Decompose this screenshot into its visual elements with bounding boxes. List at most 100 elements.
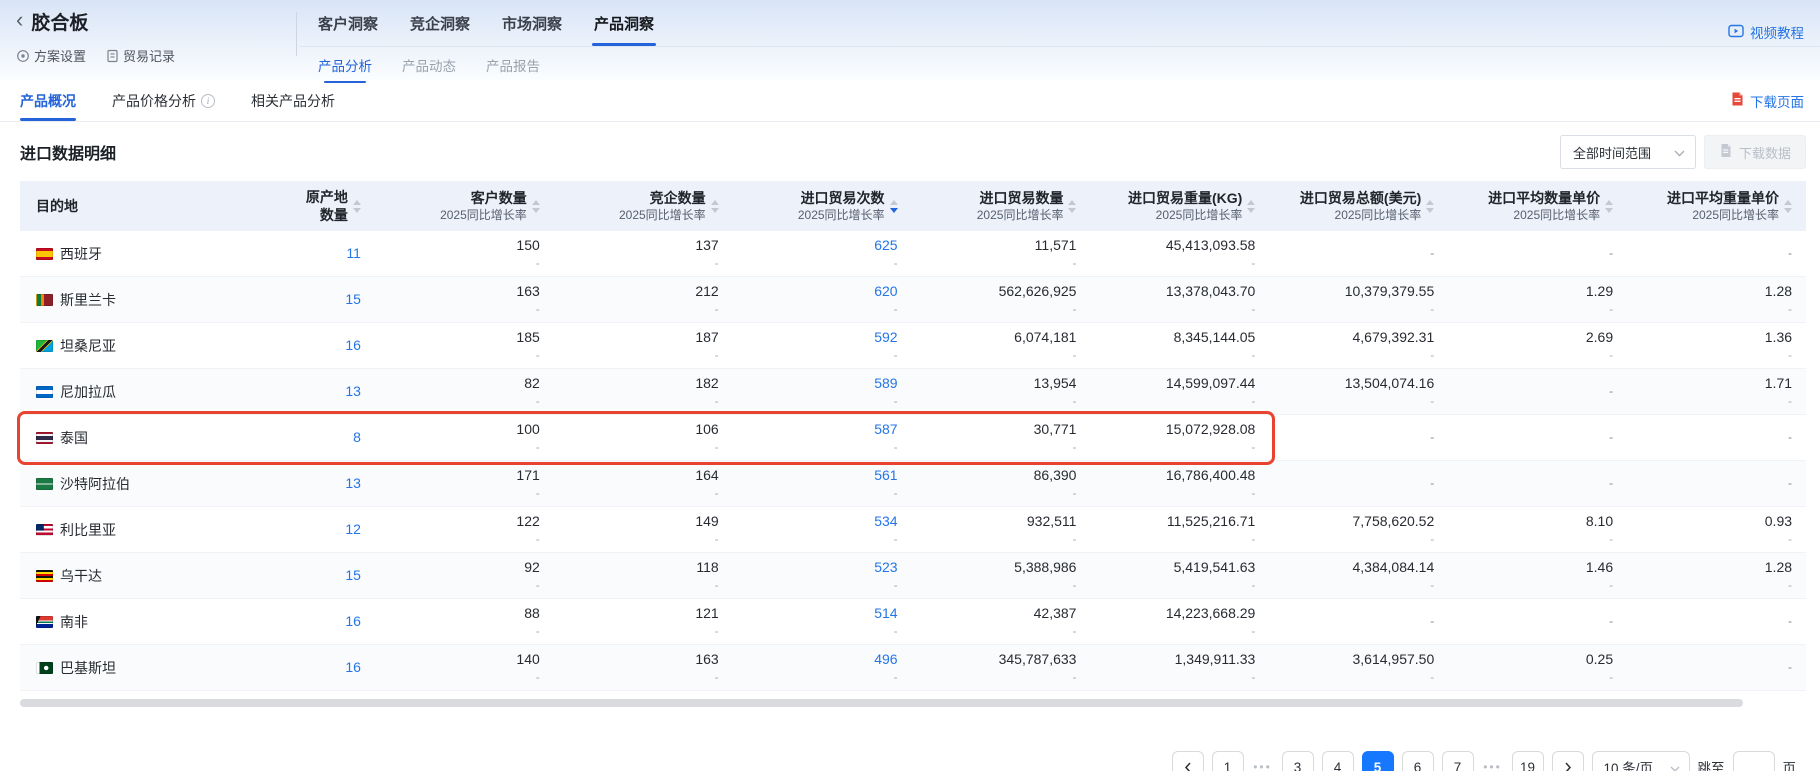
country-flag-icon bbox=[36, 432, 53, 444]
sort-carets-icon[interactable] bbox=[1426, 200, 1434, 213]
trade-count-link[interactable]: 620 bbox=[874, 282, 897, 301]
horizontal-scrollbar[interactable] bbox=[20, 699, 1806, 707]
origin-count-link[interactable]: 15 bbox=[345, 566, 361, 585]
main-tab[interactable]: 产品洞察 bbox=[594, 13, 654, 46]
cell-value: 1.46 bbox=[1586, 558, 1613, 577]
jump-page-input[interactable] bbox=[1733, 751, 1775, 771]
sort-carets-icon[interactable] bbox=[1784, 200, 1792, 213]
main-tab[interactable]: 竞企洞察 bbox=[410, 13, 470, 46]
origin-count-link[interactable]: 8 bbox=[353, 428, 361, 447]
scrollbar-thumb[interactable] bbox=[20, 699, 1743, 707]
trade-count-link[interactable]: 589 bbox=[874, 374, 897, 393]
growth-rate-value: - bbox=[1430, 669, 1434, 686]
trade-count-link[interactable]: 625 bbox=[874, 236, 897, 255]
main-tab[interactable]: 客户洞察 bbox=[318, 13, 378, 46]
page-number-button[interactable]: 1 bbox=[1212, 751, 1244, 771]
column-label-block: 进口贸易重量(KG)2025同比增长率 bbox=[1128, 189, 1242, 223]
destination-cell: 南非 bbox=[20, 599, 196, 644]
column-header[interactable]: 原产地数量 bbox=[196, 181, 375, 231]
trade-count-link[interactable]: 592 bbox=[874, 328, 897, 347]
cell-value: 106 bbox=[695, 420, 718, 439]
time-range-select[interactable]: 全部时间范围 bbox=[1560, 135, 1696, 169]
video-tutorial-link[interactable]: 视频教程 bbox=[1728, 22, 1804, 42]
origin-count-link[interactable]: 16 bbox=[345, 658, 361, 677]
sort-carets-icon[interactable] bbox=[1247, 200, 1255, 213]
destination-cell: 沙特阿拉伯 bbox=[20, 461, 196, 506]
trade-count-link[interactable]: 523 bbox=[874, 558, 897, 577]
value-cell: 2.69- bbox=[1448, 323, 1627, 368]
trade-count-link[interactable]: 496 bbox=[874, 650, 897, 669]
growth-rate-value: - bbox=[715, 347, 719, 364]
plan-settings-button[interactable]: 方案设置 bbox=[16, 46, 86, 65]
value-cell: 1.28- bbox=[1627, 277, 1806, 322]
sort-carets-icon[interactable] bbox=[1068, 200, 1076, 213]
column-header[interactable]: 进口贸易数量2025同比增长率 bbox=[912, 181, 1091, 231]
prev-page-button[interactable] bbox=[1172, 751, 1204, 771]
value-cell: 82- bbox=[375, 369, 554, 414]
growth-rate-label: 2025同比增长率 bbox=[977, 207, 1064, 223]
origin-count-link[interactable]: 12 bbox=[345, 520, 361, 539]
column-label: 进口平均重量单价 bbox=[1667, 189, 1779, 207]
origin-count-link[interactable]: 16 bbox=[345, 336, 361, 355]
trade-count-link[interactable]: 534 bbox=[874, 512, 897, 531]
cell-value: 137 bbox=[695, 236, 718, 255]
trade-count-link[interactable]: 561 bbox=[874, 466, 897, 485]
jump-to-page: 跳至页 bbox=[1698, 751, 1797, 771]
page-number-button[interactable]: 5 bbox=[1362, 751, 1394, 771]
page-number-button[interactable]: 7 bbox=[1442, 751, 1474, 771]
trade-count-link[interactable]: 514 bbox=[874, 604, 897, 623]
column-header[interactable]: 进口平均重量单价2025同比增长率 bbox=[1627, 181, 1806, 231]
sub-tab[interactable]: 产品动态 bbox=[402, 55, 456, 83]
page-number-button[interactable]: 3 bbox=[1282, 751, 1314, 771]
back-button[interactable]: ‹ bbox=[16, 9, 23, 31]
country-name: 西班牙 bbox=[60, 244, 102, 264]
sort-carets-icon[interactable] bbox=[890, 200, 898, 213]
growth-rate-value: - bbox=[894, 347, 898, 364]
trade-records-button[interactable]: 贸易记录 bbox=[106, 46, 175, 65]
column-header[interactable]: 进口平均数量单价2025同比增长率 bbox=[1448, 181, 1627, 231]
trade-count-link[interactable]: 587 bbox=[874, 420, 897, 439]
main-tab[interactable]: 市场洞察 bbox=[502, 13, 562, 46]
page-ellipsis[interactable]: ••• bbox=[1252, 760, 1274, 771]
column-header[interactable]: 竞企数量2025同比增长率 bbox=[554, 181, 733, 231]
value-cell: 8.10- bbox=[1448, 507, 1627, 552]
page-size-select[interactable]: 10 条/页 bbox=[1592, 751, 1690, 771]
sub-tab[interactable]: 产品报告 bbox=[486, 55, 540, 83]
pdf-icon bbox=[1730, 91, 1745, 110]
cell-value: 163 bbox=[516, 282, 539, 301]
growth-rate-value: - bbox=[536, 439, 540, 456]
sort-carets-icon[interactable] bbox=[1605, 200, 1613, 213]
nav2-item[interactable]: 产品概况 bbox=[20, 80, 76, 121]
origin-count-link[interactable]: 16 bbox=[345, 612, 361, 631]
column-header[interactable]: 进口贸易总额(美元)2025同比增长率 bbox=[1269, 181, 1448, 231]
download-page-link[interactable]: 下载页面 bbox=[1730, 91, 1804, 111]
page-number-button[interactable]: 4 bbox=[1322, 751, 1354, 771]
chevron-down-icon bbox=[1670, 760, 1680, 771]
nav2-item[interactable]: 相关产品分析 bbox=[251, 80, 335, 121]
origin-count-link[interactable]: 11 bbox=[346, 244, 361, 263]
destination-cell: 尼加拉瓜 bbox=[20, 369, 196, 414]
sub-tab[interactable]: 产品分析 bbox=[318, 55, 372, 83]
value-cell: 106- bbox=[554, 415, 733, 460]
column-header[interactable]: 进口贸易次数2025同比增长率 bbox=[733, 181, 912, 231]
info-icon[interactable]: i bbox=[201, 94, 215, 108]
cell-value: 88 bbox=[524, 604, 540, 623]
origin-count-link[interactable]: 15 bbox=[345, 290, 361, 309]
column-header[interactable]: 客户数量2025同比增长率 bbox=[375, 181, 554, 231]
sort-desc-icon bbox=[711, 208, 719, 213]
page-ellipsis[interactable]: ••• bbox=[1482, 760, 1504, 771]
sort-carets-icon[interactable] bbox=[353, 200, 361, 213]
page-number-button[interactable]: 19 bbox=[1512, 751, 1544, 771]
growth-rate-value: - bbox=[1251, 301, 1255, 318]
empty-value-dash: - bbox=[1609, 245, 1613, 262]
origin-count-link[interactable]: 13 bbox=[345, 382, 361, 401]
sort-carets-icon[interactable] bbox=[532, 200, 540, 213]
column-header[interactable]: 进口贸易重量(KG)2025同比增长率 bbox=[1090, 181, 1269, 231]
nav2-item[interactable]: 产品价格分析i bbox=[112, 80, 215, 121]
download-data-button[interactable]: 下载数据 bbox=[1704, 135, 1806, 169]
origin-count-link[interactable]: 13 bbox=[345, 474, 361, 493]
empty-value-dash: - bbox=[1609, 429, 1613, 446]
next-page-button[interactable] bbox=[1552, 751, 1584, 771]
page-number-button[interactable]: 6 bbox=[1402, 751, 1434, 771]
sort-carets-icon[interactable] bbox=[711, 200, 719, 213]
